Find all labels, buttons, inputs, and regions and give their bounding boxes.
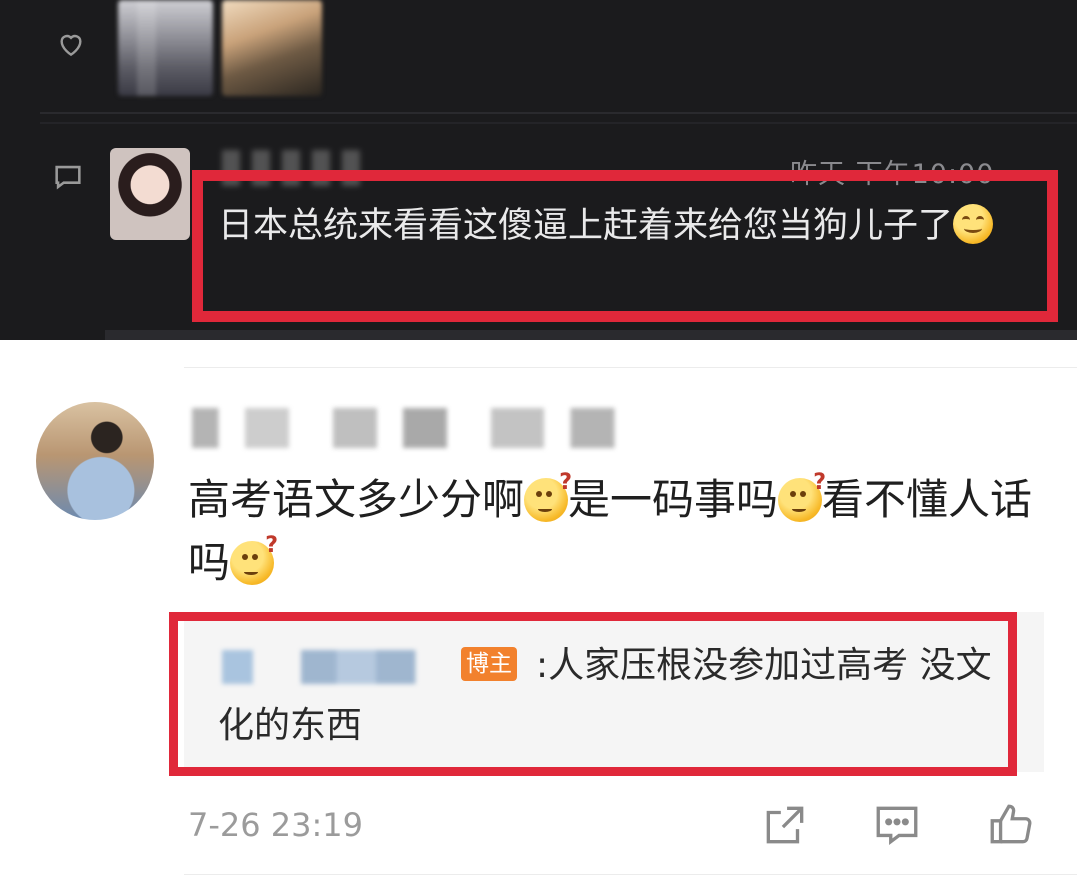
thumbs-up-icon[interactable] bbox=[986, 800, 1036, 850]
avatar[interactable] bbox=[36, 402, 154, 520]
share-icon[interactable] bbox=[760, 800, 810, 850]
highlight-box bbox=[192, 170, 1058, 322]
blurred-username[interactable] bbox=[192, 408, 632, 448]
comment-body: 高考语文多少分啊? 是一码事吗? 看不懂人话吗? bbox=[188, 468, 1058, 594]
thinking-emoji-icon: ? bbox=[230, 535, 278, 585]
divider bbox=[184, 874, 1077, 875]
divider bbox=[40, 122, 1077, 124]
comment-icon bbox=[55, 165, 81, 190]
blurred-image bbox=[222, 0, 322, 96]
avatar bbox=[110, 148, 190, 240]
comment-text-part: 是一码事吗 bbox=[568, 475, 779, 524]
blurred-image bbox=[118, 0, 213, 96]
screenshot-inset: 昨天 下午10:00 日本总统来看看这傻逼上赶着来给您当狗儿子了 bbox=[0, 0, 1077, 340]
thinking-emoji-icon: ? bbox=[778, 472, 826, 522]
comment-timestamp: 7-26 23:19 bbox=[188, 806, 364, 844]
comment-text-part: 高考语文多少分啊 bbox=[188, 475, 525, 524]
thinking-emoji-icon: ? bbox=[524, 472, 572, 522]
divider bbox=[40, 112, 1077, 114]
divider bbox=[184, 367, 1077, 368]
next-row-edge bbox=[105, 330, 1077, 340]
highlight-box bbox=[169, 612, 1017, 776]
heart-icon bbox=[60, 34, 82, 57]
comment-icon[interactable] bbox=[872, 800, 922, 850]
